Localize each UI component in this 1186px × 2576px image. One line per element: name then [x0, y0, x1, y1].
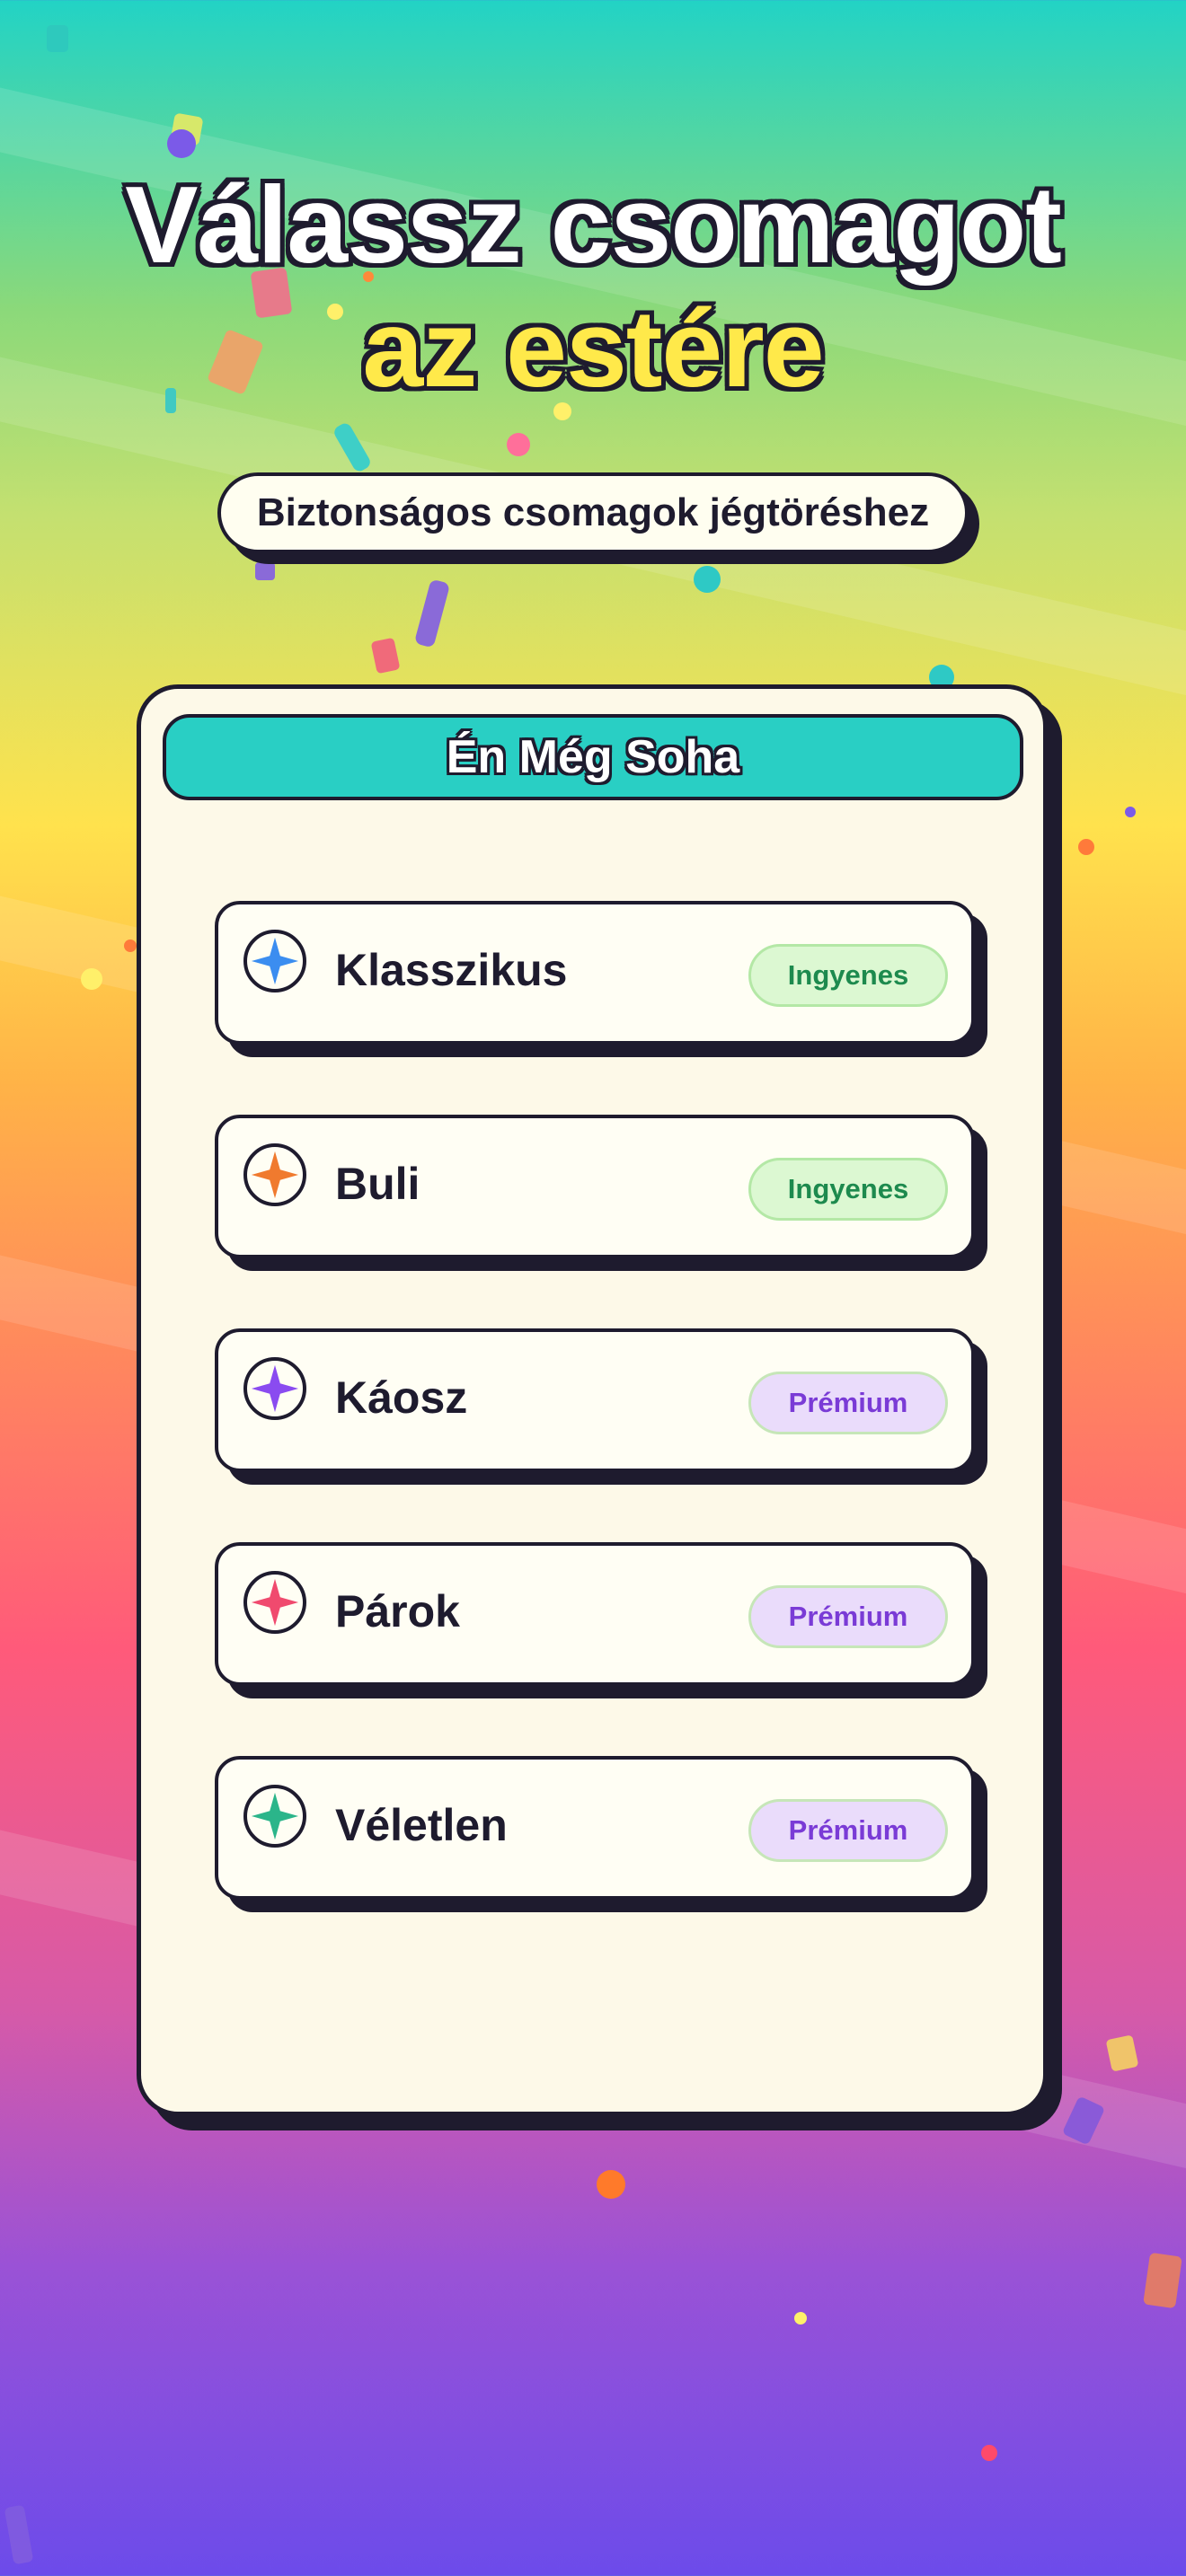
pack-option-klasszikus[interactable]: Klasszikus Ingyenes [215, 901, 975, 1045]
confetti [124, 940, 137, 952]
confetti [413, 578, 451, 648]
confetti [981, 2445, 997, 2461]
game-title: Én Még Soha [163, 714, 1023, 800]
pack-badge-premium: Prémium [748, 1585, 948, 1648]
pack-option-veletlen[interactable]: Véletlen Prémium [215, 1756, 975, 1900]
pack-badge-free: Ingyenes [748, 1158, 948, 1221]
headline-line-1: Válassz csomagot [125, 163, 1062, 286]
pack-badge-free: Ingyenes [748, 944, 948, 1007]
pack-name: Párok [335, 1586, 460, 1636]
pack-option-buli[interactable]: Buli Ingyenes [215, 1115, 975, 1258]
pack-name: Véletlen [335, 1800, 508, 1850]
sparkle-icon [243, 1357, 306, 1420]
confetti [1078, 839, 1094, 855]
confetti [1143, 2252, 1182, 2309]
confetti [47, 25, 68, 52]
pack-option-parok[interactable]: Párok Prémium [215, 1542, 975, 1686]
confetti [167, 129, 196, 158]
sparkle-icon [243, 1785, 306, 1848]
confetti [81, 968, 102, 990]
pack-option-kaosz[interactable]: Káosz Prémium [215, 1328, 975, 1472]
confetti [255, 562, 275, 580]
pack-badge-premium: Prémium [748, 1372, 948, 1434]
subtitle-pill: Biztonságos csomagok jégtöréshez [217, 472, 969, 553]
confetti [370, 637, 401, 675]
confetti [4, 2504, 34, 2565]
pack-name: Káosz [335, 1372, 468, 1423]
confetti [694, 566, 721, 593]
confetti [794, 2312, 807, 2325]
sparkle-icon [243, 930, 306, 992]
confetti [1125, 807, 1136, 817]
pack-name: Klasszikus [335, 945, 568, 995]
game-card: Én Még Soha Klasszikus Ingyenes Buli Ing… [137, 684, 1048, 2116]
headline-line-2: az estére [362, 287, 824, 410]
pack-badge-premium: Prémium [748, 1799, 948, 1862]
confetti [507, 433, 530, 456]
pack-name: Buli [335, 1159, 420, 1209]
confetti [1105, 2034, 1139, 2072]
sparkle-icon [243, 1571, 306, 1634]
sparkle-icon [243, 1143, 306, 1206]
confetti [597, 2170, 625, 2199]
